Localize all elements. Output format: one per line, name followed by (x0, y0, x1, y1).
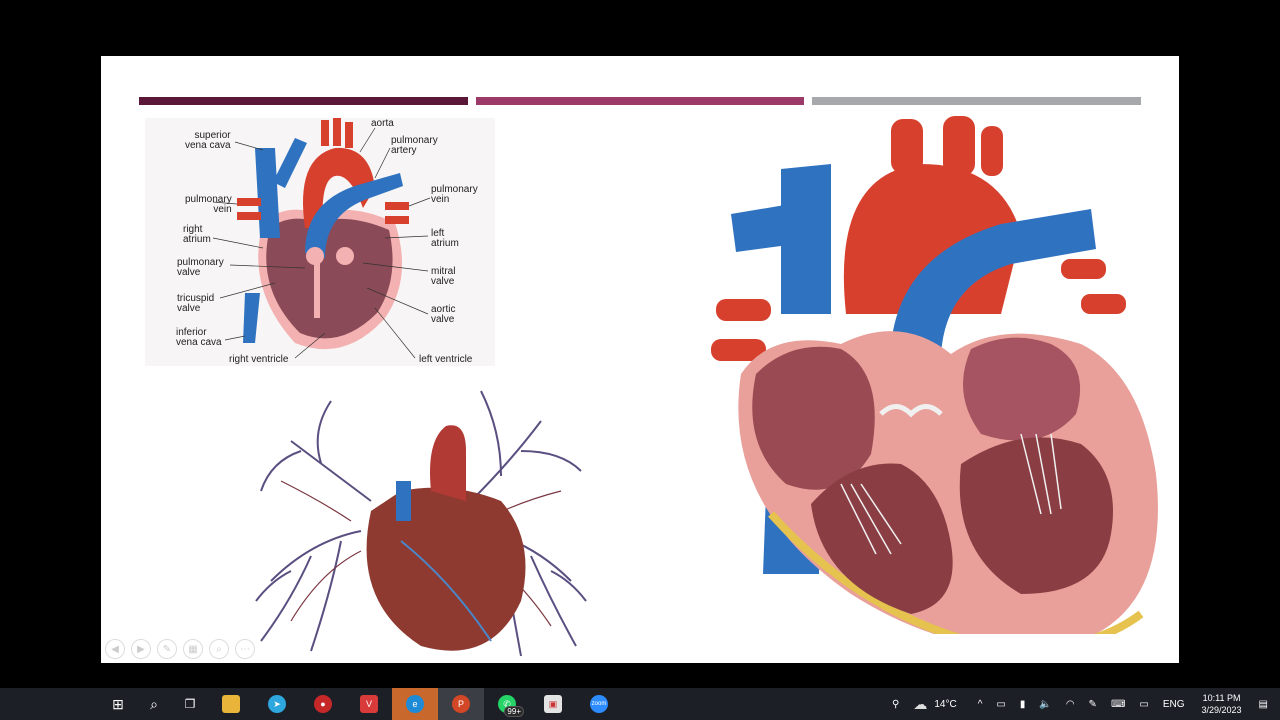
record-icon: ● (314, 695, 332, 713)
whatsapp-badge: 99+ (504, 706, 524, 717)
slide-nav-controls: ◀ ▶ ✎ ▦ ⌕ ⋯ (105, 639, 255, 659)
label-superior-vena-cava: superior vena cava (185, 130, 231, 151)
telegram-button[interactable]: ➤ (254, 688, 300, 720)
notification-icon[interactable]: ▤ (1259, 699, 1268, 710)
label-aortic-valve: aortic valve (431, 304, 456, 325)
photo-app-button[interactable]: ▣ (530, 688, 576, 720)
powerpoint-button[interactable]: P (438, 688, 484, 720)
weather-icon[interactable]: ☁ (913, 696, 927, 713)
windows-icon: ⊞ (112, 695, 124, 712)
wifi-icon[interactable]: ◠ (1066, 699, 1075, 710)
file-explorer-button[interactable] (208, 688, 254, 720)
vivaldi-icon: V (360, 695, 378, 713)
label-inferior-vena-cava: inferior vena cava (176, 327, 222, 348)
zoom-button[interactable]: zoom (576, 688, 622, 720)
vivaldi-button[interactable]: V (346, 688, 392, 720)
system-tray: ⚲ ☁ 14°C ^ ▭ ▮ 🔈 ◠ ✎ ⌨ ▭ ENG 10:11 PM 3/… (885, 688, 1280, 720)
labeled-heart-diagram: superior vena cava aorta pulmonary arter… (145, 118, 495, 366)
label-mitral-valve: mitral valve (431, 266, 456, 287)
recorder-button[interactable]: ● (300, 688, 346, 720)
chevron-up-icon[interactable]: ^ (978, 699, 983, 710)
more-options-icon[interactable]: ⋯ (235, 639, 255, 659)
keyboard-icon[interactable]: ⌨ (1111, 699, 1125, 710)
taskbar: ⊞ ⌕ ❐ ➤ ● V e P ✆ 99+ ▣ zoom ⚲ ☁ 14°C ^ … (0, 688, 1280, 720)
pen-icon[interactable]: ✎ (157, 639, 177, 659)
usb-icon[interactable]: ▮ (1020, 699, 1026, 710)
label-pulmonary-vein-left: pulmonary vein (185, 194, 232, 215)
label-left-atrium: left atrium (431, 228, 459, 249)
display-icon[interactable]: ▭ (1139, 699, 1148, 710)
people-icon[interactable]: ⚲ (892, 699, 899, 710)
battery-icon[interactable]: ▭ (996, 699, 1005, 710)
label-pulmonary-vein-right: pulmonary vein (431, 184, 478, 205)
accent-bar-dark (139, 97, 468, 105)
clock-date: 3/29/2023 (1201, 705, 1242, 715)
next-slide-icon[interactable]: ▶ (131, 639, 151, 659)
telegram-icon: ➤ (268, 695, 286, 713)
label-tricuspid-valve: tricuspid valve (177, 293, 215, 314)
search-icon: ⌕ (150, 695, 158, 712)
label-aorta: aorta (371, 118, 394, 129)
zoom-icon[interactable]: ⌕ (209, 639, 229, 659)
weather-temp[interactable]: 14°C (934, 699, 956, 710)
label-pulmonary-artery: pulmonary artery (391, 135, 438, 156)
label-left-ventricle: left ventricle (419, 354, 473, 365)
task-view-icon: ❐ (184, 697, 196, 711)
clock-time: 10:11 PM (1202, 693, 1241, 703)
label-right-atrium: right atrium (183, 224, 211, 245)
language-indicator[interactable]: ENG (1163, 699, 1185, 710)
accent-bar-gray (812, 97, 1141, 105)
edge-icon: e (406, 695, 424, 713)
task-view-button[interactable]: ❐ (172, 688, 208, 720)
start-button[interactable]: ⊞ (100, 688, 136, 720)
presentation-slide: superior vena cava aorta pulmonary arter… (101, 56, 1179, 663)
volume-icon[interactable]: 🔈 (1039, 699, 1051, 710)
search-button[interactable]: ⌕ (136, 688, 172, 720)
pen-tray-icon[interactable]: ✎ (1089, 699, 1097, 710)
label-right-ventricle: right ventricle (229, 354, 289, 365)
slides-grid-icon[interactable]: ▦ (183, 639, 203, 659)
powerpoint-icon: P (452, 695, 470, 713)
edge-button[interactable]: e (392, 688, 438, 720)
heart-vasculature-image (251, 381, 591, 661)
clock[interactable]: 10:11 PM 3/29/2023 (1202, 692, 1242, 716)
photo-app-icon: ▣ (544, 695, 562, 713)
zoom-app-icon: zoom (590, 695, 608, 713)
label-pulmonary-valve: pulmonary valve (177, 257, 224, 278)
accent-bar-magenta (476, 97, 804, 105)
folder-icon (222, 695, 240, 713)
whatsapp-button[interactable]: ✆ 99+ (484, 688, 530, 720)
heart-cross-section-image (701, 114, 1171, 652)
prev-slide-icon[interactable]: ◀ (105, 639, 125, 659)
